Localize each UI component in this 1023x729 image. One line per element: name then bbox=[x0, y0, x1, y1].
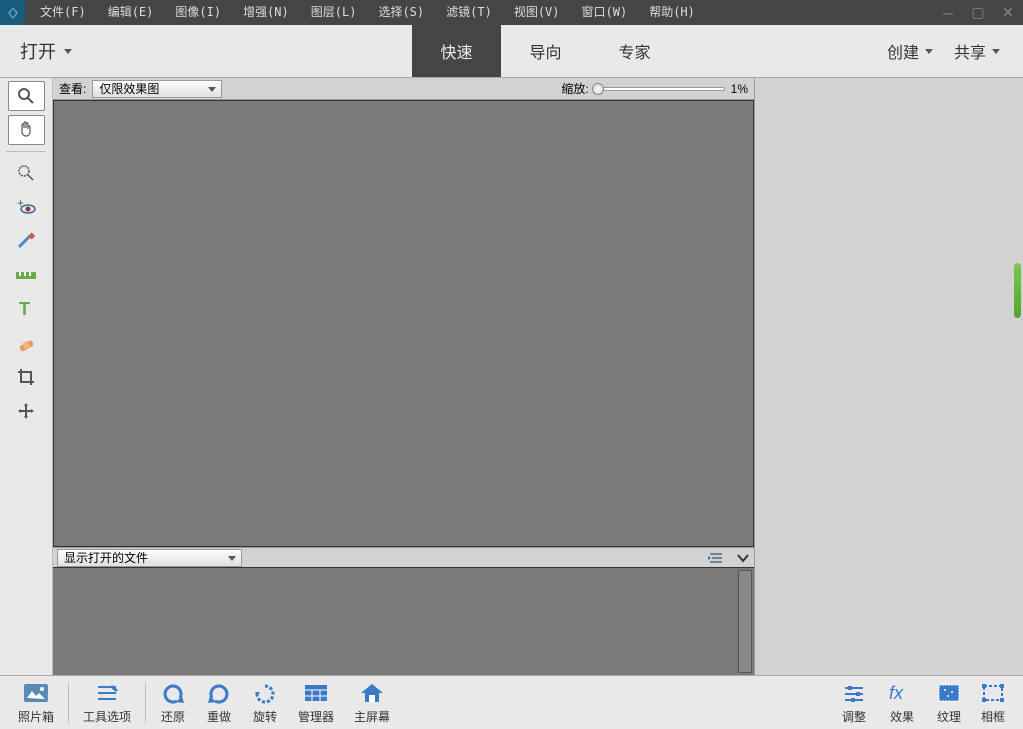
toolopts-icon bbox=[94, 680, 120, 706]
menu-select[interactable]: 选择(S) bbox=[368, 0, 434, 25]
zoom-slider[interactable] bbox=[595, 87, 725, 91]
app-logo bbox=[0, 0, 25, 25]
share-button[interactable]: 共享 bbox=[946, 39, 1008, 63]
undo-button[interactable]: 还原 bbox=[150, 680, 196, 725]
zoom-label: 缩放: bbox=[561, 80, 588, 97]
redeye-tool[interactable]: + bbox=[8, 192, 45, 222]
svg-text:T: T bbox=[19, 299, 30, 319]
chevron-down-icon bbox=[925, 49, 933, 54]
effects-button[interactable]: fx 效果 bbox=[877, 680, 927, 725]
menu-file[interactable]: 文件(F) bbox=[30, 0, 96, 25]
zoom-control: 缩放: 1% bbox=[561, 80, 748, 97]
frames-icon bbox=[981, 680, 1005, 706]
right-panel bbox=[754, 78, 1023, 675]
window-controls: ─ ▢ ✕ bbox=[933, 3, 1023, 23]
tab-expert[interactable]: 专家 bbox=[590, 25, 679, 77]
chevron-down-icon bbox=[992, 49, 1000, 54]
filebar-icons bbox=[708, 551, 750, 565]
right-scrollbar[interactable] bbox=[1014, 263, 1021, 318]
top-right-buttons: 创建 共享 bbox=[879, 25, 1023, 77]
create-button[interactable]: 创建 bbox=[879, 39, 941, 63]
photobin-icon bbox=[22, 680, 50, 706]
photobin-scrollbar[interactable] bbox=[738, 570, 752, 673]
center-area: 查看: 仅限效果图 缩放: 1% 显示打开的文件 bbox=[53, 78, 754, 675]
menu-edit[interactable]: 编辑(E) bbox=[98, 0, 164, 25]
menu-enhance[interactable]: 增强(N) bbox=[233, 0, 299, 25]
home-icon bbox=[359, 680, 385, 706]
quick-select-tool[interactable] bbox=[8, 158, 45, 188]
list-icon[interactable] bbox=[708, 551, 724, 565]
menu-bar: 文件(F) 编辑(E) 图像(I) 增强(N) 图层(L) 选择(S) 滤镜(T… bbox=[30, 0, 705, 25]
file-bar: 显示打开的文件 bbox=[53, 547, 754, 567]
undo-icon bbox=[160, 680, 186, 706]
menu-window[interactable]: 窗口(W) bbox=[572, 0, 638, 25]
adjust-button[interactable]: 调整 bbox=[831, 680, 877, 725]
healing-tool[interactable] bbox=[8, 328, 45, 358]
left-toolbar: + T bbox=[0, 78, 53, 675]
home-button[interactable]: 主屏幕 bbox=[344, 680, 400, 725]
bottom-bar: 照片箱 工具选项 还原 重做 旋转 管理器 主屏幕 调整 fx 效果 纹理 相框 bbox=[0, 675, 1023, 729]
effects-icon: fx bbox=[887, 680, 917, 706]
rotate-button[interactable]: 旋转 bbox=[242, 680, 288, 725]
straighten-tool[interactable] bbox=[8, 260, 45, 290]
crop-tool[interactable] bbox=[8, 362, 45, 392]
organizer-button[interactable]: 管理器 bbox=[288, 680, 344, 725]
hand-tool[interactable] bbox=[8, 115, 45, 145]
redo-icon bbox=[206, 680, 232, 706]
separator bbox=[145, 683, 146, 723]
maximize-button[interactable]: ▢ bbox=[963, 3, 993, 23]
tab-guided[interactable]: 导向 bbox=[501, 25, 590, 77]
open-label: 打开 bbox=[20, 38, 56, 64]
move-tool[interactable] bbox=[8, 396, 45, 426]
toolopts-button[interactable]: 工具选项 bbox=[73, 680, 141, 725]
top-bar: 打开 快速 导向 专家 创建 共享 bbox=[0, 25, 1023, 78]
whiten-tool[interactable] bbox=[8, 226, 45, 256]
minimize-button[interactable]: ─ bbox=[933, 3, 963, 23]
canvas-area[interactable] bbox=[53, 100, 754, 547]
textures-button[interactable]: 纹理 bbox=[927, 680, 971, 725]
open-button[interactable]: 打开 bbox=[0, 25, 92, 77]
tool-separator bbox=[6, 151, 46, 152]
close-button[interactable]: ✕ bbox=[993, 3, 1023, 23]
rotate-icon bbox=[252, 680, 278, 706]
organizer-icon bbox=[303, 680, 329, 706]
svg-text:fx: fx bbox=[889, 683, 904, 703]
slider-thumb[interactable] bbox=[592, 83, 604, 95]
title-bar: 文件(F) 编辑(E) 图像(I) 增强(N) 图层(L) 选择(S) 滤镜(T… bbox=[0, 0, 1023, 25]
menu-help[interactable]: 帮助(H) bbox=[639, 0, 705, 25]
view-label: 查看: bbox=[59, 80, 86, 97]
options-bar: 查看: 仅限效果图 缩放: 1% bbox=[53, 78, 754, 100]
mode-tabs: 快速 导向 专家 bbox=[412, 25, 679, 77]
create-label: 创建 bbox=[887, 39, 919, 63]
chevron-down-icon bbox=[64, 49, 72, 54]
frames-button[interactable]: 相框 bbox=[971, 680, 1015, 725]
menu-view[interactable]: 视图(V) bbox=[504, 0, 570, 25]
zoom-tool[interactable] bbox=[8, 81, 45, 111]
adjust-icon bbox=[841, 680, 867, 706]
view-dropdown[interactable]: 仅限效果图 bbox=[92, 80, 222, 98]
photobin-button[interactable]: 照片箱 bbox=[8, 680, 64, 725]
menu-image[interactable]: 图像(I) bbox=[165, 0, 231, 25]
menu-layer[interactable]: 图层(L) bbox=[301, 0, 367, 25]
zoom-value: 1% bbox=[731, 82, 748, 96]
photo-bin[interactable] bbox=[53, 567, 754, 675]
menu-filter[interactable]: 滤镜(T) bbox=[436, 0, 502, 25]
text-tool[interactable]: T bbox=[8, 294, 45, 324]
separator bbox=[68, 683, 69, 723]
redo-button[interactable]: 重做 bbox=[196, 680, 242, 725]
chevron-down-icon[interactable] bbox=[736, 551, 750, 565]
openfiles-dropdown[interactable]: 显示打开的文件 bbox=[57, 549, 242, 567]
textures-icon bbox=[937, 680, 961, 706]
main-area: + T 查看: 仅限效果图 缩放: 1% 显示打开的文件 bbox=[0, 78, 1023, 675]
tab-quick[interactable]: 快速 bbox=[412, 25, 501, 77]
share-label: 共享 bbox=[954, 39, 986, 63]
